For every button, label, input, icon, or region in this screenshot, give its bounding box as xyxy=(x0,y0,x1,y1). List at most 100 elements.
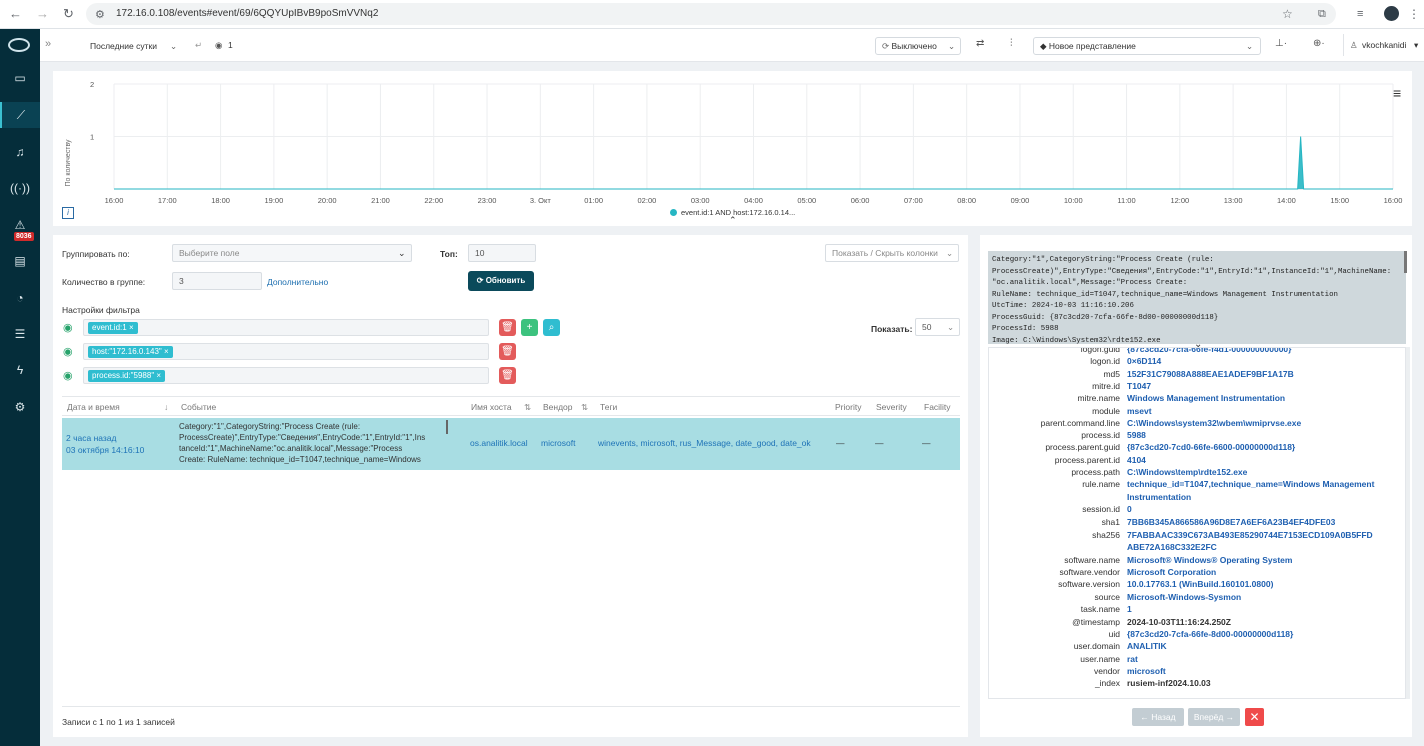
view-select[interactable]: ◆ Новое представление ⌄ xyxy=(1033,37,1261,55)
star-icon[interactable]: ☆ xyxy=(1282,6,1293,22)
field-value[interactable]: 1 xyxy=(1127,604,1132,614)
field-value[interactable]: 10.0.17763.1 (WinBuild.160101.0800) xyxy=(1127,579,1273,589)
arrow-right-icon[interactable]: → xyxy=(36,6,49,22)
row-tags[interactable]: winevents, microsoft, rus_Message, date_… xyxy=(598,438,811,448)
sort-icon[interactable]: ⇅ xyxy=(524,402,531,413)
bell-icon[interactable]: ♫ xyxy=(0,139,40,165)
settings-sliders-icon[interactable]: ⫶ xyxy=(1010,38,1013,49)
field-value[interactable]: microsoft xyxy=(1127,666,1166,676)
field-value[interactable]: 152F31C79088A888EAE1ADEF9BF1A17B xyxy=(1127,369,1294,379)
field-value-continued[interactable]: Instrumentation xyxy=(1127,492,1191,502)
add-circle-icon[interactable]: ⊕· xyxy=(1313,38,1325,49)
field-value[interactable]: C:\Windows\system32\wbem\wmiprvse.exe xyxy=(1127,418,1301,428)
add-filter-button[interactable]: + xyxy=(521,319,538,336)
gear-icon[interactable]: ⚙ xyxy=(0,394,40,420)
field-value[interactable]: 2024-10-03T11:16:24.250Z xyxy=(1127,617,1231,627)
chart-menu-icon[interactable]: ≡ xyxy=(1393,85,1401,101)
filter-tag[interactable]: host:"172.16.0.143" × xyxy=(88,346,173,358)
media-icon[interactable]: ≡ xyxy=(1357,6,1363,22)
info-icon[interactable]: i xyxy=(62,207,74,219)
field-value[interactable]: technique_id=T1047,technique_name=Window… xyxy=(1127,479,1374,489)
field-value[interactable]: T1047 xyxy=(1127,381,1151,391)
columns-toggle[interactable]: Показать / Скрыть колонки ⌄ xyxy=(825,244,959,262)
field-value[interactable]: 5988 xyxy=(1127,430,1146,440)
bolt-icon[interactable]: ϟ xyxy=(0,357,40,383)
field-value[interactable]: msevt xyxy=(1127,406,1152,416)
close-icon[interactable]: ✕ xyxy=(1245,708,1264,726)
group-by-select[interactable]: Выберите поле ⌄ xyxy=(172,244,412,262)
field-value[interactable]: rusiem-inf2024.10.03 xyxy=(1127,678,1211,688)
field-value[interactable]: {87c3cd20-7cd0-66fe-6600-00000000d118} xyxy=(1127,442,1295,452)
search-icon[interactable]: ⌕ xyxy=(543,319,560,336)
sort-icon[interactable]: ⇅ xyxy=(581,402,588,413)
close-icon[interactable]: × xyxy=(156,371,161,380)
delete-filter-button[interactable]: 🗑 xyxy=(499,343,516,360)
eye-icon[interactable]: ◉ xyxy=(63,321,77,335)
column-header-priority[interactable]: Priority xyxy=(835,402,861,412)
column-header-event[interactable]: Событие xyxy=(181,402,216,412)
filter-row[interactable]: process.id:"5988" × xyxy=(83,367,489,384)
field-value[interactable]: 7BB6B345A866586A96D8E7A6EF6A23B4EF4DFE03 xyxy=(1127,517,1335,527)
dashboard-icon[interactable]: ◔ xyxy=(0,285,40,311)
column-header-facility[interactable]: Facility xyxy=(924,402,950,412)
filter-tag[interactable]: process.id:"5988" × xyxy=(88,370,166,382)
top-input[interactable]: 10 xyxy=(468,244,536,262)
download-icon[interactable]: ⊥· xyxy=(1275,38,1287,49)
field-value[interactable]: 7FABBAAC339C673AB493E85290744E7153ECD109… xyxy=(1127,530,1373,540)
user-name[interactable]: vkochkanidi xyxy=(1362,40,1406,50)
advanced-link[interactable]: Дополнительно xyxy=(267,277,328,287)
field-value[interactable]: {87c3cd20-7cfa-66fe-8d00-00000000d118} xyxy=(1127,629,1293,639)
logo-icon[interactable] xyxy=(8,38,30,52)
field-value[interactable]: Windows Management Instrumentation xyxy=(1127,393,1285,403)
live-icon[interactable]: ◉ xyxy=(215,40,222,51)
column-header-vendor[interactable]: Вендор xyxy=(543,402,573,412)
column-header-tags[interactable]: Теги xyxy=(600,402,617,412)
field-value[interactable]: Microsoft Corporation xyxy=(1127,567,1216,577)
field-value[interactable]: {87c3cd20-7cfa-66fe-f4d1-000000000000} xyxy=(1127,348,1291,354)
sort-desc-icon[interactable]: ↓ xyxy=(164,402,168,412)
eye-icon[interactable]: ◉ xyxy=(63,369,77,383)
collapse-sidebar-icon[interactable]: » xyxy=(45,38,51,50)
delete-filter-button[interactable]: 🗑 xyxy=(499,319,516,336)
chevron-down-icon[interactable]: ▾ xyxy=(1414,40,1418,51)
filter-row[interactable]: host:"172.16.0.143" × xyxy=(83,343,489,360)
filter-row[interactable]: event.id:1 × xyxy=(83,319,489,336)
field-value[interactable]: ANALITIK xyxy=(1127,641,1167,651)
filter-tag[interactable]: event.id:1 × xyxy=(88,322,138,334)
column-header-severity[interactable]: Severity xyxy=(876,402,907,412)
field-value[interactable]: 0 xyxy=(1127,504,1132,514)
time-range-select[interactable]: Последние сутки ⌄ xyxy=(83,37,183,55)
close-icon[interactable]: × xyxy=(129,323,134,332)
chart-icon[interactable]: ⟋ xyxy=(0,102,40,128)
raw-scrollbar[interactable] xyxy=(1404,251,1407,273)
text-scrollbar[interactable] xyxy=(446,420,448,434)
extensions-icon[interactable]: ⧉ xyxy=(1318,6,1326,22)
field-value-continued[interactable]: ABE72A168C332E2FC xyxy=(1127,542,1217,552)
row-vendor[interactable]: microsoft xyxy=(541,438,575,448)
next-button[interactable]: Вперёд → xyxy=(1188,708,1240,726)
site-info-icon[interactable]: ⚙ xyxy=(95,8,105,21)
prev-button[interactable]: ← Назад xyxy=(1132,708,1184,726)
address-bar[interactable]: ⚙ 172.16.0.108/events#event/69/6QQYUpIBv… xyxy=(86,3,1336,25)
list-icon[interactable]: ☰ xyxy=(0,321,40,347)
field-value[interactable]: Microsoft-Windows-Sysmon xyxy=(1127,592,1241,602)
group-count-input[interactable]: 3 xyxy=(172,272,262,290)
profile-avatar[interactable] xyxy=(1384,6,1399,21)
delete-filter-button[interactable]: 🗑 xyxy=(499,367,516,384)
window-icon[interactable]: ▭ xyxy=(0,65,40,91)
eye-icon[interactable]: ◉ xyxy=(63,345,77,359)
radio-icon[interactable]: ((·)) xyxy=(0,175,40,201)
page-size-select[interactable]: 50 ⌄ xyxy=(915,318,960,336)
row-host[interactable]: os.analitik.local xyxy=(470,438,528,448)
field-value[interactable]: C:\Windows\temp\rdte152.exe xyxy=(1127,467,1247,477)
column-header-time[interactable]: Дата и время xyxy=(67,402,120,412)
field-value[interactable]: 4104 xyxy=(1127,455,1146,465)
refresh-mode-select[interactable]: ⟳ Выключено ⌄ xyxy=(875,37,961,55)
kebab-menu-icon[interactable]: ⋮ xyxy=(1408,6,1420,22)
undo-icon[interactable]: ↵ xyxy=(195,40,202,51)
column-header-host[interactable]: Имя хоста xyxy=(471,402,512,412)
table-row[interactable]: 2 часа назад 03 октября 14:16:10 Categor… xyxy=(62,418,960,470)
sync-icon[interactable]: ⇄ xyxy=(976,38,984,49)
reload-icon[interactable]: ↻ xyxy=(63,6,74,22)
fields-scrollbar[interactable] xyxy=(1406,347,1410,699)
